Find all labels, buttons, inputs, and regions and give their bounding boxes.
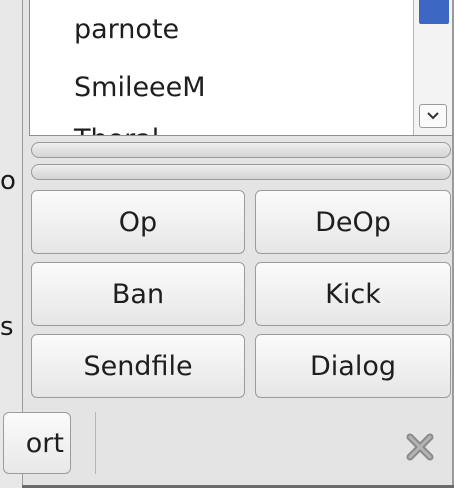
scroll-down-button[interactable] [419, 104, 447, 128]
user-item[interactable]: SmileeeM [74, 72, 206, 103]
edge-text-2: s [0, 312, 14, 342]
close-icon[interactable] [405, 432, 435, 462]
dialog-button[interactable]: Dialog [255, 334, 451, 398]
bottom-bar: ort [3, 406, 454, 488]
user-item[interactable]: parnote [74, 14, 179, 45]
op-button[interactable]: Op [31, 190, 245, 254]
ban-button[interactable]: Ban [31, 262, 245, 326]
deop-button[interactable]: DeOp [255, 190, 451, 254]
chevron-down-icon [427, 112, 439, 120]
scrollbar-thumb[interactable] [419, 0, 449, 24]
sendfile-button[interactable]: Sendfile [31, 334, 245, 398]
user-panel: parnote SmileeeM Thoral Op DeOp Ban Kick… [3, 0, 454, 488]
progress-bar-1 [31, 142, 451, 158]
port-button[interactable]: ort [3, 412, 71, 474]
user-item[interactable]: Thoral [74, 124, 159, 135]
user-list[interactable]: parnote SmileeeM Thoral [29, 0, 453, 136]
window: o s parnote SmileeeM Thoral Op DeOp Ban … [0, 0, 454, 488]
edge-text-1: o [0, 166, 16, 196]
separator [95, 412, 96, 474]
kick-button[interactable]: Kick [255, 262, 451, 326]
user-list-scrollbar[interactable] [413, 0, 452, 135]
progress-bar-2 [31, 164, 451, 180]
